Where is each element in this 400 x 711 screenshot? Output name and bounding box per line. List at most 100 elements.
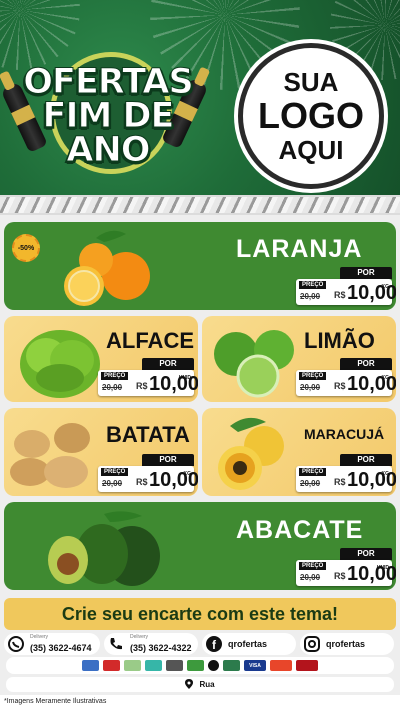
disclaimer-text: *Imagens Meramente Ilustrativas [4, 698, 107, 705]
elo-icon [208, 660, 219, 671]
price-box: PREÇO 20,00 R$ 10,00 KG [296, 279, 396, 305]
currency-label: R$ [136, 381, 148, 391]
preco-label: PREÇO [299, 281, 327, 289]
preco-label: PREÇO [299, 372, 327, 380]
potato-image-icon [10, 423, 90, 488]
phone-number: (35) 3622-4322 [130, 642, 192, 653]
price-box: PREÇO 20,00 R$ 10,00 KG [296, 370, 396, 396]
por-label: POR [340, 358, 392, 370]
orange-image-icon [64, 230, 150, 306]
visa-icon: VISA [244, 660, 266, 671]
product-card-laranja[interactable]: -50% LARANJA POR PREÇO 20,00 R$ 10,00 KG [4, 222, 396, 310]
product-name: LARANJA [236, 235, 363, 263]
whatsapp-icon [7, 635, 25, 653]
logo-placeholder[interactable]: SUA LOGO AQUI [238, 43, 384, 189]
old-price: 20,00 [300, 292, 321, 301]
voucher-icon [166, 660, 183, 671]
old-price: 20,00 [300, 383, 321, 392]
preco-label: PREÇO [101, 372, 129, 380]
product-card-limao[interactable]: LIMÃO POR PREÇO 20,00 R$ 10,00 KG [202, 316, 396, 402]
currency-label: R$ [334, 571, 346, 581]
whatsapp-contact[interactable]: Delivery (35) 3622-4674 [4, 633, 100, 655]
cash-icon [124, 660, 141, 671]
preco-label: PREÇO [299, 468, 327, 476]
cta-label: Crie seu encarte com este tema! [61, 603, 339, 624]
preco-label: PREÇO [299, 562, 327, 570]
card-red-icon [103, 660, 120, 671]
hero-banner: OFERTAS FIM DE ANO SUA LOGO AQUI [0, 0, 400, 195]
unit-label: KG [183, 471, 192, 477]
lime-image-icon [214, 330, 294, 398]
pix-icon [145, 660, 162, 671]
price-tag: POR PREÇO 20,00 R$ 10,00 KG [296, 454, 396, 494]
product-card-abacate[interactable]: ABACATE POR PREÇO 20,00 R$ 10,00 UNID [4, 502, 396, 590]
price-tag: POR PREÇO 20,00 R$ 10,00 KG [296, 267, 396, 307]
instagram-contact[interactable]: qrofertas [300, 633, 394, 655]
product-name: ABACATE [236, 516, 364, 544]
por-label: POR [142, 454, 194, 466]
preco-label: PREÇO [101, 468, 129, 476]
alelo-icon [187, 660, 204, 671]
diners-icon [223, 660, 240, 671]
currency-label: R$ [334, 477, 346, 487]
currency-label: R$ [334, 381, 346, 391]
unit-label: UNID [178, 375, 191, 381]
price-box: PREÇO 20,00 R$ 10,00 KG [296, 466, 396, 492]
title-line-2: FIM DE [42, 96, 175, 136]
price-tag: POR PREÇO 20,00 R$ 10,00 UNID [98, 358, 198, 398]
hipercard-icon [296, 660, 318, 671]
facebook-contact[interactable]: f qrofertas [202, 633, 296, 655]
product-card-maracuja[interactable]: MARACUJÁ POR PREÇO 20,00 R$ 10,00 KG [202, 408, 396, 496]
passion-fruit-image-icon [218, 417, 284, 490]
unit-label: UNID [376, 565, 389, 571]
title-line-1: OFERTAS [23, 62, 194, 102]
por-label: POR [340, 267, 392, 279]
price-box: PREÇO 20,00 R$ 10,00 KG [98, 466, 198, 492]
phone-contact[interactable]: Delivery (35) 3622-4322 [104, 633, 198, 655]
cta-banner[interactable]: Crie seu encarte com este tema! [4, 598, 396, 630]
card-icon [82, 660, 99, 671]
rope-divider [0, 195, 400, 215]
price-tag: POR PREÇO 20,00 R$ 10,00 KG [296, 358, 396, 398]
currency-label: R$ [136, 477, 148, 487]
offer-title-badge: OFERTAS FIM DE ANO [0, 42, 211, 190]
phone-icon [107, 635, 125, 653]
price-box: PREÇO 20,00 R$ 10,00 UNID [98, 370, 198, 396]
product-card-batata[interactable]: BATATA POR PREÇO 20,00 R$ 10,00 KG [4, 408, 198, 496]
title-line-3: ANO [66, 130, 151, 170]
unit-label: KG [381, 375, 390, 381]
product-name: MARACUJÁ [304, 426, 385, 442]
price-tag: POR PREÇO 20,00 R$ 10,00 KG [98, 454, 198, 494]
product-card-alface[interactable]: ALFACE POR PREÇO 20,00 R$ 10,00 UNID [4, 316, 198, 402]
product-name: BATATA [106, 422, 190, 447]
payment-methods: VISA [6, 657, 394, 674]
location-pin-icon [185, 676, 194, 694]
product-name: ALFACE [106, 328, 194, 353]
logo-line-3: AQUI [278, 135, 344, 165]
instagram-icon [303, 635, 321, 653]
product-name: LIMÃO [304, 328, 375, 353]
unit-label: KG [381, 284, 390, 290]
old-price: 20,00 [102, 383, 123, 392]
facebook-handle: qrofertas [228, 639, 268, 649]
old-price: 20,00 [300, 573, 321, 582]
lettuce-image-icon [20, 330, 100, 398]
price-box: PREÇO 20,00 R$ 10,00 UNID [296, 560, 396, 586]
disclaimer-bar: *Imagens Meramente Ilustrativas [0, 695, 400, 711]
discount-badge: -50% [12, 234, 40, 262]
currency-label: R$ [334, 290, 346, 300]
delivery-caption: Delivery [130, 634, 149, 640]
mastercard-icon [270, 660, 292, 671]
por-label: POR [340, 548, 392, 560]
facebook-icon: f [205, 635, 223, 653]
whatsapp-number: (35) 3622-4674 [30, 642, 92, 653]
avocado-image-icon [48, 511, 160, 586]
old-price: 20,00 [300, 479, 321, 488]
address-bar[interactable]: Rua [6, 677, 394, 692]
logo-line-2: LOGO [258, 95, 364, 136]
por-label: POR [340, 454, 392, 466]
price-tag: POR PREÇO 20,00 R$ 10,00 UNID [296, 548, 396, 588]
logo-line-1: SUA [283, 67, 339, 97]
old-price: 20,00 [102, 479, 123, 488]
address-text: Rua [199, 680, 215, 689]
